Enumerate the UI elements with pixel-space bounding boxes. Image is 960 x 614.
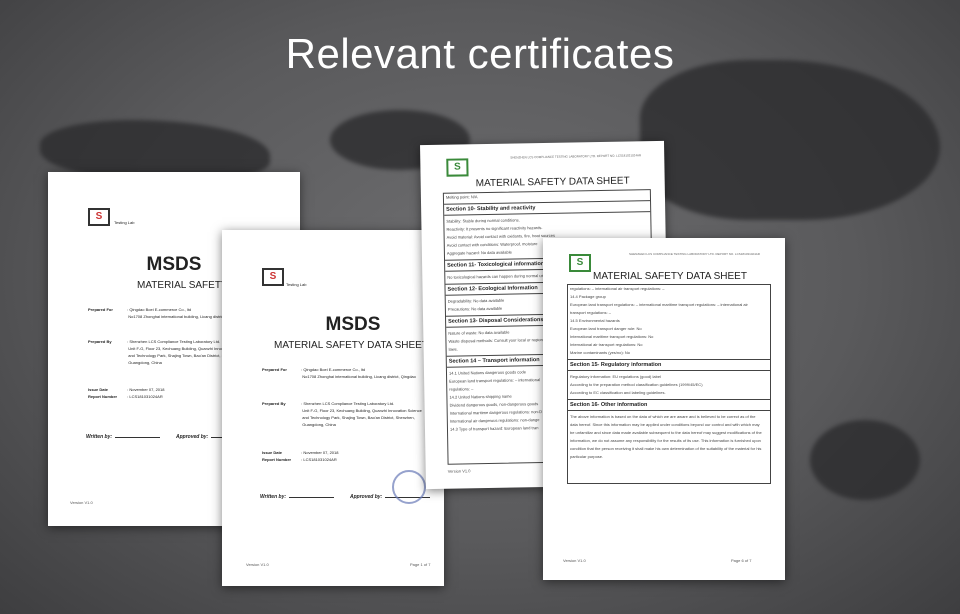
sheet-line: The above information is based on the da… xyxy=(570,414,756,419)
testing-lab-label: Testing Lab xyxy=(286,282,307,287)
page-number: Page 1 of 7 xyxy=(410,562,431,567)
version-label: Version V1.0 xyxy=(447,468,471,474)
prepared-for: Prepared For : Qingdao Boei E-commerce C… xyxy=(262,367,416,379)
sheet-line: European land transport regulations: – i… xyxy=(570,302,748,307)
sheet-line: According to EC classification and label… xyxy=(570,390,666,395)
lcs-logo-icon: S xyxy=(88,208,110,226)
prepared-for: Prepared For : Qingdao Boei E-commerce C… xyxy=(88,307,242,319)
issue-info: Issue Date : November 07, 2018 Report Num… xyxy=(88,387,165,399)
msds-cover-front: S Testing Lab MSDS MATERIAL SAFETY DATA … xyxy=(222,230,444,586)
lcs-logo-icon: S xyxy=(569,254,591,272)
msds-title: MSDS xyxy=(325,314,381,335)
sheet-content: regulations: – international air transpo… xyxy=(567,284,771,484)
sheet-line: Marine contaminants (yes/no): No xyxy=(570,350,631,355)
testing-lab-label: Testing Lab xyxy=(114,220,135,225)
written-by: Written by: xyxy=(260,494,335,500)
section-heading: Section 15- Regulatory information xyxy=(568,359,770,371)
sheet-title: MATERIAL SAFETY DATA SHEET xyxy=(475,175,630,190)
world-map-north-america xyxy=(40,120,270,180)
written-by: Written by: xyxy=(86,434,161,440)
msds-sheet-sections-14-16: S SHENZHEN LCS COMPLIANCE TESTING LABORA… xyxy=(543,238,785,580)
version-label: Version V1.0 xyxy=(70,500,93,505)
section-heading: Section 16- Other information xyxy=(568,399,770,411)
sheet-line: European land transport danger rule: No xyxy=(570,326,642,331)
sheet-line: 14.4 Package group xyxy=(570,294,606,299)
issue-info: Issue Date : November 07, 2018 Report Num… xyxy=(262,450,339,462)
sheet-line: International maritime transport regulat… xyxy=(570,334,654,339)
report-header: SHENZHEN LCS COMPLIANCE TESTING LABORATO… xyxy=(510,153,642,160)
sheet-line: transport regulations: – xyxy=(570,310,611,315)
sheet-line: particular purpose. xyxy=(570,454,604,459)
world-map-australia xyxy=(810,420,920,500)
sheet-line: International air transport regulations:… xyxy=(570,342,643,347)
sheet-line: information, we do not assume any respon… xyxy=(570,438,761,443)
msds-subtitle: MATERIAL SAFETY DATA SHEET xyxy=(274,340,428,351)
approval-stamp-icon xyxy=(392,470,426,504)
sheet-line: data hereof. Since this information may … xyxy=(570,422,760,427)
sheet-line: condition that the person receiving it s… xyxy=(570,446,762,451)
sheet-line: 14.5 Environmental hazards xyxy=(570,318,620,323)
sheet-title: MATERIAL SAFETY DATA SHEET xyxy=(593,271,747,282)
sheet-line: Regulatory information: EU regulations (… xyxy=(570,374,661,379)
prepared-by: Prepared By : Shenzhen LCS Compliance Te… xyxy=(262,401,422,427)
lcs-logo-icon: S xyxy=(446,158,469,177)
sheet-line: According to the preparation method clas… xyxy=(570,382,703,387)
section-heading: Section 10- Stability and reactivity xyxy=(444,200,651,216)
page-number: Page 6 of 7 xyxy=(731,558,752,563)
lcs-logo-icon: S xyxy=(262,268,284,286)
sheet-line: regulations: – international air transpo… xyxy=(570,286,665,291)
version-label: Version V1.0 xyxy=(246,562,269,567)
version-label: Version V1.0 xyxy=(563,558,586,563)
page-heading: Relevant certificates xyxy=(285,30,675,77)
world-map-asia xyxy=(640,60,940,220)
report-header: SHENZHEN LCS COMPLIANCE TESTING LABORATO… xyxy=(629,252,760,256)
sheet-line: be unfamiliar and since data made availa… xyxy=(570,430,762,435)
